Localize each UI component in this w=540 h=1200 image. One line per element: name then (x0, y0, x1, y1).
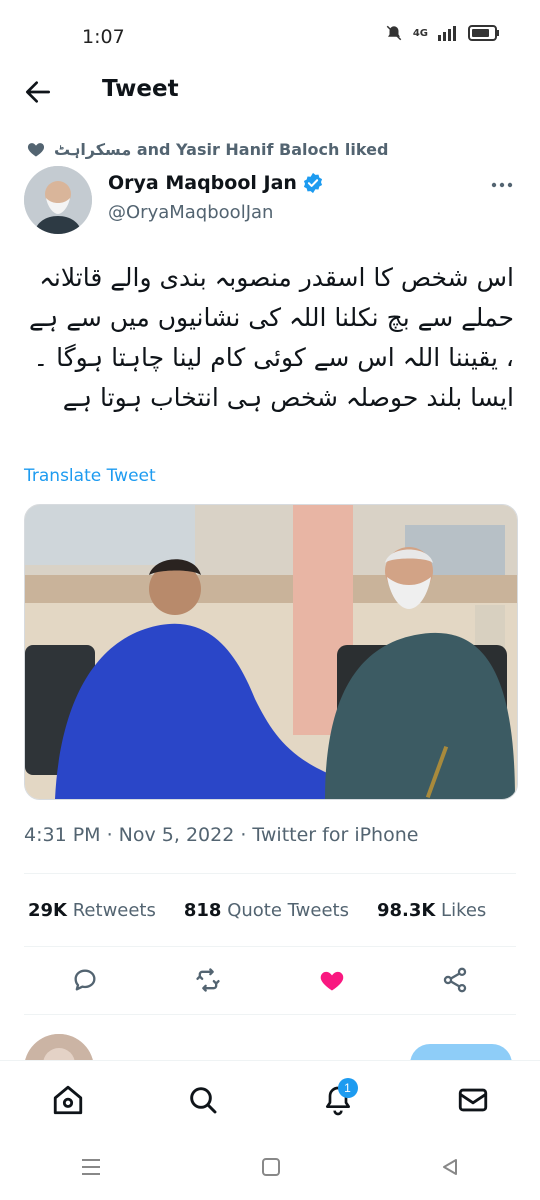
divider (24, 1014, 516, 1015)
likes-stat[interactable]: 98.3K Likes (377, 900, 486, 921)
search-icon (189, 1087, 216, 1114)
photo-illustration (25, 505, 517, 799)
home-icon (53, 1085, 82, 1115)
system-back-button[interactable] (440, 1157, 460, 1181)
bottom-tab-bar: 1 (0, 1060, 540, 1139)
social-context: مسکراہٹ and Yasir Hanif Baloch liked (26, 139, 388, 159)
retweets-label: Retweets (72, 900, 156, 921)
more-options-button[interactable] (490, 176, 514, 194)
divider (24, 873, 516, 874)
likes-count: 98.3K (376, 900, 436, 921)
tab-home[interactable] (38, 1070, 98, 1130)
tweet-photo[interactable] (24, 504, 518, 800)
likes-label: Likes (441, 900, 487, 921)
page-title: Tweet (102, 76, 179, 102)
tweet-timestamp[interactable]: 4:31 PM · Nov 5, 2022 · Twitter for iPho… (24, 824, 418, 846)
signal-icon (438, 26, 456, 41)
menu-lines-icon (81, 1159, 100, 1175)
tab-messages[interactable] (443, 1070, 503, 1130)
retweets-stat[interactable]: 29K Retweets (28, 900, 156, 921)
reply-icon (74, 969, 96, 991)
divider (24, 946, 516, 947)
author-handle[interactable]: @OryaMaqboolJan (108, 202, 273, 223)
status-icons: 4G (385, 24, 500, 42)
social-context-text: مسکراہٹ and Yasir Hanif Baloch liked (54, 139, 389, 159)
status-time: 1:07 (82, 26, 125, 48)
quote-tweets-label: Quote Tweets (227, 900, 349, 921)
tab-notifications[interactable]: 1 (308, 1070, 368, 1130)
tab-search[interactable] (173, 1070, 233, 1130)
more-dots-icon (491, 182, 513, 188)
like-button[interactable] (317, 966, 347, 998)
retweets-count: 29K (28, 900, 67, 921)
verified-badge-icon (303, 172, 323, 194)
quote-tweets-stat[interactable]: 818 Quote Tweets (184, 900, 349, 921)
heart-filled-icon (320, 971, 344, 991)
author-avatar[interactable] (24, 166, 92, 234)
tweet-text: اس شخص کا اسقدر منصوبہ بندی والے قاتلانہ… (29, 263, 514, 412)
notification-badge: 1 (337, 1078, 358, 1098)
reply-button[interactable] (71, 966, 99, 998)
author-name[interactable]: Orya Maqbool Jan (108, 172, 324, 194)
author-name-text: Orya Maqbool Jan (108, 172, 297, 194)
battery-icon (468, 25, 499, 41)
system-home-button[interactable] (261, 1157, 281, 1181)
system-menu-button[interactable] (80, 1157, 102, 1181)
avatar-image (24, 166, 92, 234)
translate-tweet-link[interactable]: Translate Tweet (24, 466, 156, 486)
retweet-button[interactable] (193, 966, 223, 998)
quote-tweets-count: 818 (183, 900, 222, 921)
system-navigation (0, 1138, 540, 1200)
arrow-left-icon (26, 81, 50, 103)
mail-icon (458, 1088, 487, 1112)
tweet-stats: 29K Retweets 818 Quote Tweets 98.3K Like… (28, 900, 486, 921)
triangle-back-icon (443, 1159, 458, 1175)
tweet-actions (24, 960, 516, 1004)
square-icon (261, 1158, 280, 1176)
share-button[interactable] (441, 966, 469, 998)
share-icon (443, 967, 467, 993)
mute-bell-icon (386, 25, 402, 41)
heart-icon (27, 143, 45, 157)
retweet-icon (196, 968, 220, 992)
network-label: 4G (412, 27, 428, 39)
back-button[interactable] (22, 76, 54, 108)
